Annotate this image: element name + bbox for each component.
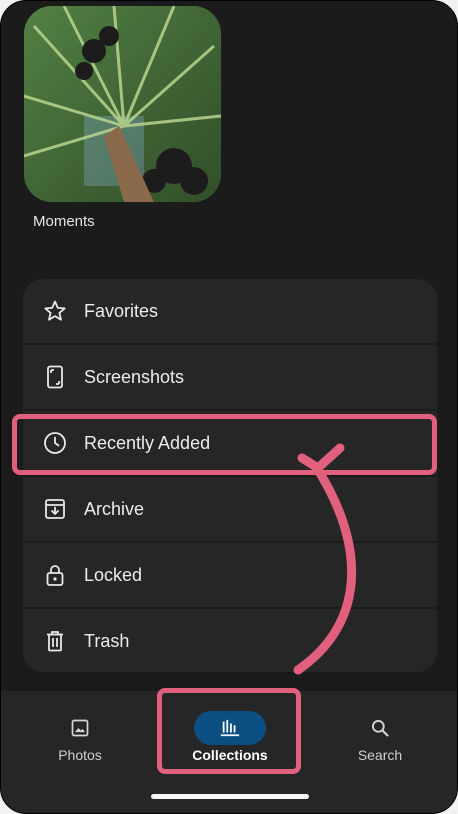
nav-tab-photos[interactable]: Photos (10, 691, 150, 791)
collection-label: Favorites (84, 300, 159, 321)
nav-label: Photos (58, 747, 102, 763)
collection-label: Archive (84, 498, 145, 519)
collection-row-favorites[interactable]: Favorites (23, 279, 437, 343)
recently-added-highlight (12, 414, 437, 475)
collection-row-archive[interactable]: Archive (23, 477, 437, 541)
collection-label: Trash (84, 630, 130, 651)
collection-row-screenshots[interactable]: Screenshots (23, 345, 437, 409)
moments-thumbnail[interactable] (24, 6, 221, 202)
search-icon (344, 711, 416, 745)
phone-screenshot-icon (43, 365, 67, 389)
home-indicator (151, 794, 309, 799)
collection-label: Screenshots (84, 366, 185, 387)
nav-label: Search (357, 747, 403, 763)
collection-row-trash[interactable]: Trash (23, 609, 437, 673)
trash-icon (43, 629, 67, 653)
moments-label: Moments (33, 213, 95, 230)
image-icon (44, 711, 116, 745)
palm-tree-photo (24, 6, 221, 202)
lock-icon (43, 563, 67, 587)
collections-highlight (157, 688, 301, 774)
nav-tab-search[interactable]: Search (310, 691, 450, 791)
archive-icon (43, 497, 67, 521)
collection-row-locked[interactable]: Locked (23, 543, 437, 607)
star-icon (43, 299, 67, 323)
collection-label: Locked (84, 564, 143, 585)
